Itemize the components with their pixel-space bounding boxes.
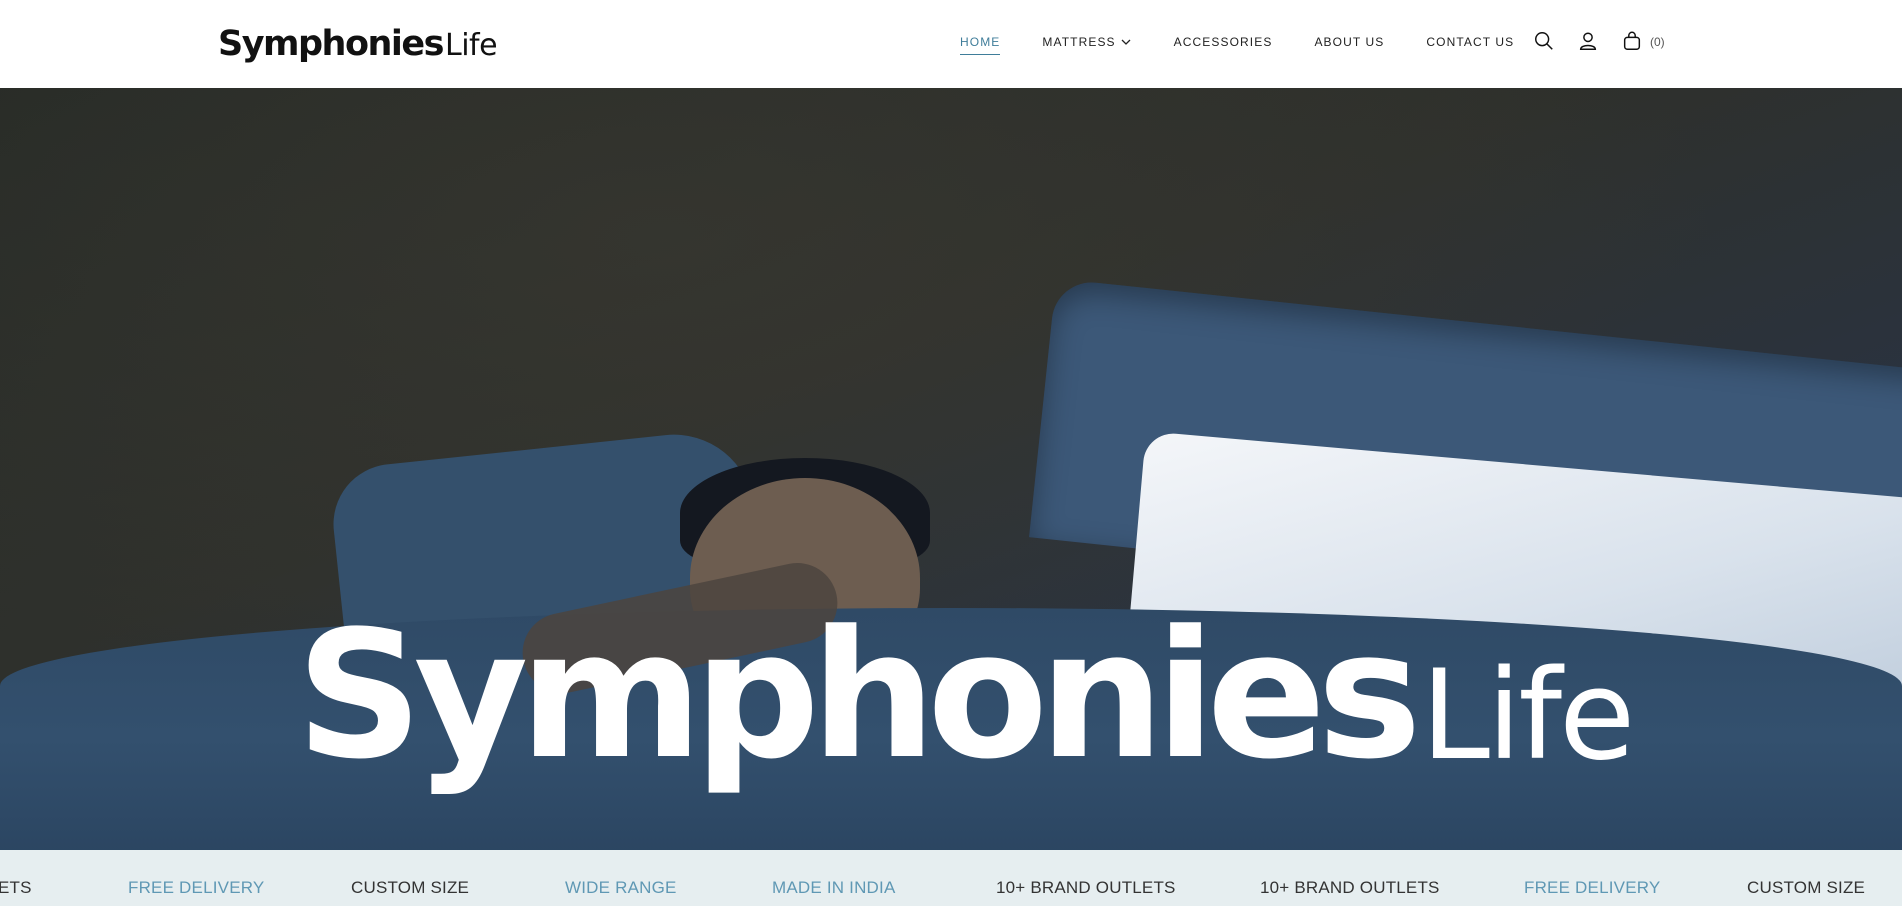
cart[interactable]: (0)	[1620, 29, 1665, 53]
main-nav: HOME MATTRESS ACCESSORIES ABOUT US CONTA…	[960, 35, 1556, 55]
marquee-item: 10+ BRAND OUTLETS	[1260, 878, 1440, 897]
hero-logo-wordmark: Symphonies	[296, 593, 1422, 798]
marquee-item: 10+ BRAND OUTLETS	[996, 878, 1176, 897]
search-icon[interactable]	[1532, 29, 1556, 53]
chevron-down-icon	[1121, 39, 1131, 45]
shopping-bag-icon[interactable]	[1620, 29, 1644, 53]
brand-logo[interactable]: Symphonies Life	[218, 18, 498, 64]
nav-item-label: MATTRESS	[1042, 35, 1116, 49]
marquee-item: CUSTOM SIZE	[351, 878, 470, 897]
nav-item-label: HOME	[960, 35, 1001, 49]
logo-suffix: Life	[445, 28, 498, 63]
site-header: Symphonies Life HOME MATTRESS ACCESSORIE…	[0, 0, 1902, 88]
marquee-item: MADE IN INDIA	[772, 878, 896, 897]
hero-banner: Symphonies Life	[0, 88, 1902, 850]
header-icons: (0)	[1532, 29, 1665, 53]
marquee-item: WIDE RANGE	[565, 878, 677, 897]
nav-item-home[interactable]: HOME	[960, 35, 1001, 55]
marquee-item: FREE DELIVERY	[1524, 878, 1661, 897]
nav-item-label: CONTACT US	[1426, 35, 1515, 49]
hero-logo: Symphonies Life	[296, 593, 1635, 798]
logo-wordmark: Symphonies	[218, 24, 445, 64]
nav-item-accessories[interactable]: ACCESSORIES	[1174, 35, 1273, 49]
marquee-item: FREE DELIVERY	[128, 878, 265, 897]
nav-item-contact-us[interactable]: CONTACT US	[1426, 35, 1514, 49]
hero-logo-suffix: Life	[1420, 643, 1635, 788]
marquee-item: CUSTOM SIZE	[1747, 878, 1866, 897]
nav-item-mattress[interactable]: MATTRESS	[1042, 35, 1131, 49]
marquee-item: ETS	[0, 878, 32, 897]
cart-count: (0)	[1650, 35, 1665, 49]
nav-item-label: ABOUT US	[1314, 35, 1385, 49]
nav-item-label: ACCESSORIES	[1173, 35, 1273, 49]
user-icon[interactable]	[1576, 29, 1600, 53]
features-marquee: ETS FREE DELIVERY CUSTOM SIZE WIDE RANGE…	[0, 850, 1902, 906]
nav-item-about-us[interactable]: ABOUT US	[1314, 35, 1384, 49]
